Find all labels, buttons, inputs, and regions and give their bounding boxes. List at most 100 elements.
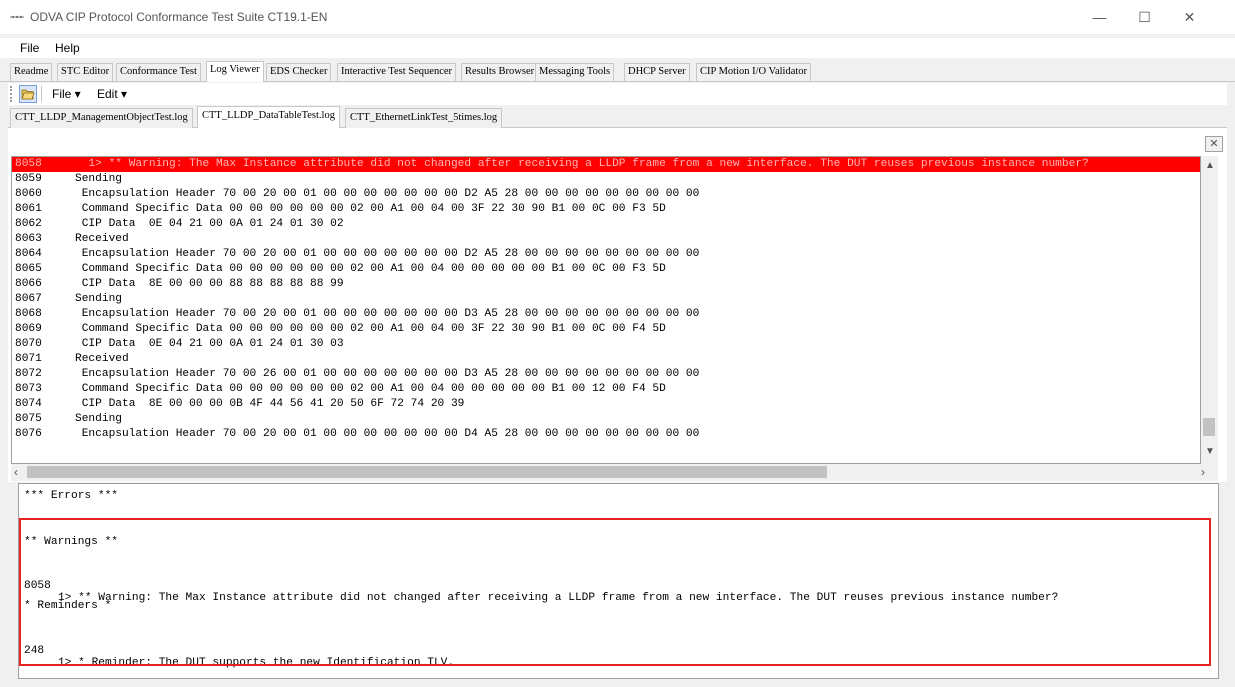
log-line: 8071 Received — [12, 352, 1200, 367]
log-line-text: Encapsulation Header 70 00 20 00 01 00 0… — [75, 428, 700, 440]
log-line: 8072 Encapsulation Header 70 00 26 00 01… — [12, 367, 1200, 382]
log-line: 8070 CIP Data 0E 04 21 00 0A 01 24 01 30… — [12, 337, 1200, 352]
window-title: ODVA CIP Protocol Conformance Test Suite… — [30, 10, 328, 24]
log-text-area[interactable]: 8058 1> ** Warning: The Max Instance att… — [11, 156, 1201, 464]
title-bar: ODVA CIP Protocol Conformance Test Suite… — [0, 0, 1235, 34]
toolbar: File ▾ Edit ▾ — [8, 83, 1227, 105]
tab-readme[interactable]: Readme — [10, 63, 53, 81]
log-line-number: 8060 — [15, 188, 42, 200]
log-line-number: 8058 — [15, 158, 42, 170]
log-line: 8074 CIP Data 8E 00 00 00 0B 4F 44 56 41… — [12, 397, 1200, 412]
toolbar-separator — [41, 86, 42, 102]
log-line-number: 8070 — [15, 338, 42, 350]
log-line-text: CIP Data 8E 00 00 00 0B 4F 44 56 41 20 5… — [75, 398, 465, 410]
scroll-down-icon[interactable]: ▼ — [1205, 446, 1215, 457]
menu-file[interactable]: File — [20, 41, 39, 55]
horizontal-scroll-thumb[interactable] — [27, 466, 827, 478]
errors-panel[interactable]: *** Errors *** ** Warnings ** 8058 1> **… — [18, 483, 1219, 679]
tab-log-viewer[interactable]: Log Viewer — [206, 61, 264, 82]
log-line: 8061 Command Specific Data 00 00 00 00 0… — [12, 202, 1200, 217]
tab-stc-editor[interactable]: STC Editor — [57, 63, 114, 81]
menu-bar: File Help — [0, 38, 1235, 58]
tab-eds-checker[interactable]: EDS Checker — [266, 63, 332, 81]
log-line-text: Command Specific Data 00 00 00 00 00 00 … — [75, 263, 666, 275]
main-tab-strip: Readme STC Editor Conformance Test Log V… — [0, 60, 1235, 82]
annotation-highlight-box — [19, 518, 1211, 666]
log-line-number: 8062 — [15, 218, 42, 230]
log-line-text: CIP Data 8E 00 00 00 88 88 88 88 88 99 — [75, 278, 344, 290]
log-line-text: Command Specific Data 00 00 00 00 00 00 … — [75, 203, 666, 215]
log-line-number: 8074 — [15, 398, 42, 410]
scroll-up-icon[interactable]: ▲ — [1205, 160, 1215, 171]
log-line-text: Command Specific Data 00 00 00 00 00 00 … — [75, 323, 666, 335]
log-line: 8059 Sending — [12, 172, 1200, 187]
file-tab-ethernet-link-test[interactable]: CTT_EthernetLinkTest_5times.log — [345, 108, 503, 128]
log-line-text: CIP Data 0E 04 21 00 0A 01 24 01 30 02 — [75, 218, 344, 230]
vertical-scroll-thumb[interactable] — [1203, 418, 1215, 436]
log-line: 8075 Sending — [12, 412, 1200, 427]
log-line: 8067 Sending — [12, 292, 1200, 307]
log-line-number: 8067 — [15, 293, 42, 305]
scroll-left-icon[interactable]: ‹ — [14, 465, 18, 479]
file-tab-datatable-test[interactable]: CTT_LLDP_DataTableTest.log — [197, 106, 340, 128]
open-folder-icon — [21, 89, 35, 100]
app-icon — [10, 15, 24, 19]
log-line: 8069 Command Specific Data 00 00 00 00 0… — [12, 322, 1200, 337]
maximize-button[interactable]: ☐ — [1122, 0, 1167, 34]
errors-heading: *** Errors *** — [24, 490, 118, 502]
log-line: 8058 1> ** Warning: The Max Instance att… — [12, 157, 1200, 172]
log-line-text: 1> ** Warning: The Max Instance attribut… — [75, 158, 1089, 170]
log-line-number: 8061 — [15, 203, 42, 215]
log-line-text: Encapsulation Header 70 00 20 00 01 00 0… — [75, 248, 700, 260]
log-line: 8062 CIP Data 0E 04 21 00 0A 01 24 01 30… — [12, 217, 1200, 232]
file-tab-management-object-test[interactable]: CTT_LLDP_ManagementObjectTest.log — [10, 108, 193, 128]
log-line-number: 8073 — [15, 383, 42, 395]
tab-cip-motion-io-validator[interactable]: CIP Motion I/O Validator — [696, 63, 812, 81]
log-line-number: 8075 — [15, 413, 42, 425]
log-line-text: Sending — [75, 413, 122, 425]
log-line-number: 8063 — [15, 233, 42, 245]
log-line-number: 8068 — [15, 308, 42, 320]
log-line-number: 8059 — [15, 173, 42, 185]
horizontal-scrollbar[interactable]: ‹ › — [11, 464, 1218, 481]
toolbar-grip[interactable] — [10, 86, 13, 102]
open-file-button[interactable] — [19, 85, 37, 103]
log-line: 8064 Encapsulation Header 70 00 20 00 01… — [12, 247, 1200, 262]
vertical-scrollbar[interactable]: ▲ ▼ — [1201, 156, 1218, 464]
log-line-number: 8066 — [15, 278, 42, 290]
log-line-text: Encapsulation Header 70 00 20 00 01 00 0… — [75, 188, 700, 200]
log-line-text: Encapsulation Header 70 00 20 00 01 00 0… — [75, 308, 700, 320]
close-log-icon[interactable]: ✕ — [1205, 136, 1223, 152]
file-dropdown[interactable]: File ▾ — [52, 87, 81, 101]
log-line-text: Command Specific Data 00 00 00 00 00 00 … — [75, 383, 666, 395]
log-line-number: 8065 — [15, 263, 42, 275]
log-line-text: Encapsulation Header 70 00 26 00 01 00 0… — [75, 368, 700, 380]
tab-interactive-test-sequencer[interactable]: Interactive Test Sequencer — [337, 63, 457, 81]
log-line: 8063 Received — [12, 232, 1200, 247]
log-line: 8066 CIP Data 8E 00 00 00 88 88 88 88 88… — [12, 277, 1200, 292]
log-line-number: 8072 — [15, 368, 42, 380]
log-line-number: 8076 — [15, 428, 42, 440]
tab-messaging-tools[interactable]: Messaging Tools — [535, 63, 615, 81]
log-line-text: Received — [75, 353, 129, 365]
log-line: 8065 Command Specific Data 00 00 00 00 0… — [12, 262, 1200, 277]
log-line-number: 8064 — [15, 248, 42, 260]
file-tab-strip: CTT_LLDP_ManagementObjectTest.log CTT_LL… — [8, 106, 1227, 128]
log-line-text: Received — [75, 233, 129, 245]
tab-conformance-test[interactable]: Conformance Test — [116, 63, 201, 81]
menu-help[interactable]: Help — [55, 41, 80, 55]
scroll-right-icon[interactable]: › — [1201, 465, 1205, 479]
log-line: 8073 Command Specific Data 00 00 00 00 0… — [12, 382, 1200, 397]
log-line-text: Sending — [75, 173, 122, 185]
log-line: 8068 Encapsulation Header 70 00 20 00 01… — [12, 307, 1200, 322]
log-line: 8060 Encapsulation Header 70 00 20 00 01… — [12, 187, 1200, 202]
tab-dhcp-server[interactable]: DHCP Server — [624, 63, 690, 81]
minimize-button[interactable]: — — [1077, 0, 1122, 34]
tab-results-browser[interactable]: Results Browser — [461, 63, 539, 81]
log-line: 8076 Encapsulation Header 70 00 20 00 01… — [12, 427, 1200, 442]
log-line-text: Sending — [75, 293, 122, 305]
edit-dropdown[interactable]: Edit ▾ — [97, 87, 127, 101]
log-line-text: CIP Data 0E 04 21 00 0A 01 24 01 30 03 — [75, 338, 344, 350]
log-line-number: 8071 — [15, 353, 42, 365]
close-button[interactable]: ✕ — [1167, 0, 1212, 34]
